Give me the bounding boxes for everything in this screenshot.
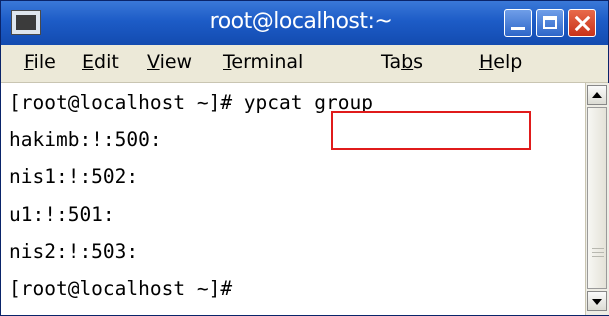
terminal-app-icon[interactable] <box>11 10 41 35</box>
menu-bar: File Edit View Terminal Tabs Help <box>1 45 608 83</box>
menu-terminal[interactable]: Terminal <box>223 51 303 73</box>
grip-line <box>592 248 604 249</box>
vertical-scrollbar[interactable] <box>585 83 609 315</box>
terminal-line-output: u1:!:501: <box>9 203 115 226</box>
minimize-button[interactable] <box>504 9 532 37</box>
menu-tabs[interactable]: Tabs <box>381 51 423 73</box>
grip-line <box>592 256 604 257</box>
maximize-button[interactable] <box>536 9 564 37</box>
terminal-line-prompt-command: [root@localhost ~]# ypcat group <box>9 91 373 114</box>
command-highlight-box <box>331 111 531 150</box>
terminal-output[interactable]: [root@localhost ~]# ypcat group hakimb:!… <box>1 83 583 315</box>
menu-edit[interactable]: Edit <box>82 51 119 73</box>
close-button[interactable] <box>568 9 596 37</box>
menu-help[interactable]: Help <box>479 51 522 73</box>
terminal-line-output: nis1:!:502: <box>9 165 139 188</box>
scroll-down-arrow-icon[interactable] <box>587 291 607 311</box>
window-title: root@localhost:~ <box>209 9 393 34</box>
scrollbar-thumb[interactable] <box>587 107 607 289</box>
title-bar[interactable]: root@localhost:~ <box>1 1 608 45</box>
terminal-line-output: hakimb:!:500: <box>9 128 162 151</box>
scroll-up-arrow-icon[interactable] <box>587 85 607 105</box>
menu-view[interactable]: View <box>147 51 192 73</box>
menu-file[interactable]: File <box>24 51 56 73</box>
terminal-line-output: nis2:!:503: <box>9 240 139 263</box>
terminal-window: root@localhost:~ File Edit View Terminal… <box>0 0 609 316</box>
terminal-line-prompt: [root@localhost ~]# <box>9 277 233 300</box>
grip-line <box>592 252 604 253</box>
